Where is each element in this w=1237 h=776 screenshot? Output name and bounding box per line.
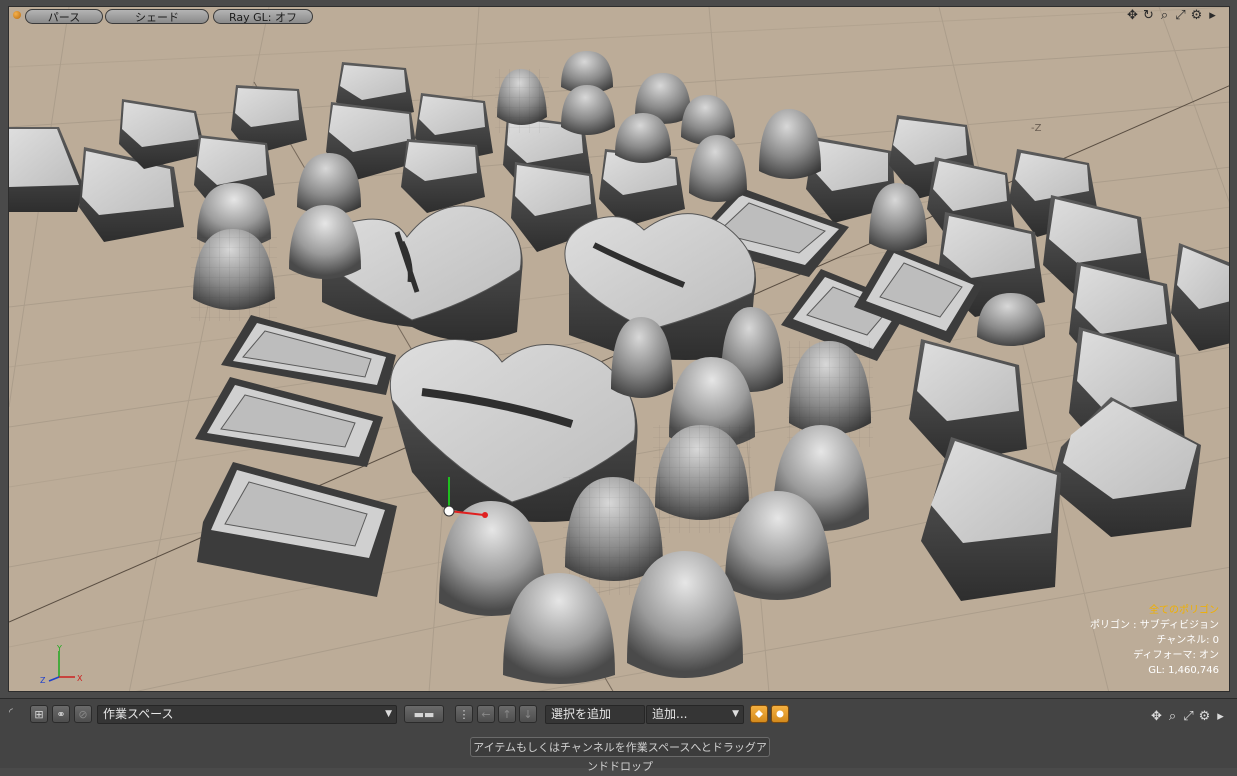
circle-toggle-icon[interactable] [771,705,789,723]
circle-icon [776,710,784,718]
viewport-header: パース シェード Ray GL: オフ ✥ ↻ ⌕ ⤢ ⚙ ▸ [9,7,1229,27]
view-type-button[interactable]: パース [25,9,103,24]
box-object [921,437,1061,601]
layout-grid-icon[interactable]: ▬▬ [404,705,444,723]
viewport-controls: ✥ ↻ ⌕ ⤢ ⚙ ▸ [1126,8,1219,26]
dome-object [689,135,747,202]
dome-object [495,69,549,133]
shading-button[interactable]: シェード [105,9,209,24]
maximize-icon[interactable]: ⤢ [1182,709,1195,725]
add-link-icon[interactable]: ⚭ [52,705,70,723]
dome-object [191,229,277,321]
arrow-left-icon[interactable]: ← [477,705,495,723]
diamond-toggle-icon[interactable] [750,705,768,723]
arrow-down-icon[interactable]: ↓ [519,705,537,723]
zoom-view-icon[interactable]: ⌕ [1166,709,1179,725]
workspace-select-value: 作業スペース [103,707,174,721]
arrow-up-icon[interactable]: ↑ [498,705,516,723]
menu-arrow-icon[interactable]: ▸ [1206,8,1219,24]
chevron-down-icon: ▼ [385,709,392,719]
hud-title: 全てのポリゴン [1149,605,1219,616]
neg-z-label: -Z [1031,123,1042,134]
box-object [401,139,485,213]
settings-gear-icon[interactable]: ⚙ [1198,709,1211,725]
add-selection-button[interactable]: 選択を追加 [545,705,645,724]
dome-object [561,85,615,135]
schematic-toolbar: ⊞ ⚭ ⊘ 作業スペース ▼ ▬▬ ⋮ ← ↑ ↓ 選択を追加 追加... ▼ … [0,703,1237,727]
viewport-menu-dot[interactable] [13,11,21,19]
raygl-button[interactable]: Ray GL: オフ [213,9,313,24]
tray-object [197,462,397,597]
schematic-view-controls: ✥ ⌕ ⤢ ⚙ ▸ [1150,709,1227,725]
move-view-icon[interactable]: ✥ [1126,8,1139,24]
hud-deformer: ディフォーマ: オン [1133,650,1219,661]
rotate-view-icon[interactable]: ↻ [1142,8,1155,24]
settings-gear-icon[interactable]: ⚙ [1190,8,1203,24]
diamond-icon [755,710,763,718]
dome-object [289,205,361,279]
axis-y-label: Y [56,644,62,653]
dome-object [653,425,751,533]
viewport-info-hud: 全てのポリゴン ポリゴン : サブディビジョン チャンネル: 0 ディフォーマ:… [1090,603,1219,678]
chevron-down-icon: ▼ [732,709,739,719]
workspace-drop-hint[interactable]: アイテムもしくはチャンネルを作業スペースへとドラッグアンドドロップ [470,737,770,773]
move-view-icon[interactable]: ✥ [1150,709,1163,725]
add-menu-value: 追加... [652,707,688,721]
hud-polygons: ポリゴン : サブディビジョン [1089,620,1219,631]
remove-link-icon[interactable]: ⊘ [74,705,92,723]
hud-channels: チャンネル: 0 [1156,635,1219,646]
workspace-select[interactable]: 作業スペース ▼ [97,705,397,724]
dome-object [759,109,821,179]
add-menu-select[interactable]: 追加... ▼ [646,705,744,724]
zoom-view-icon[interactable]: ⌕ [1158,8,1171,24]
box-object [1171,243,1229,351]
schematic-panel: ◜ ⊞ ⚭ ⊘ 作業スペース ▼ ▬▬ ⋮ ← ↑ ↓ 選択を追加 追加... … [0,698,1237,773]
tree-layout-icon[interactable]: ⋮ [455,705,473,723]
axis-x-label: X [77,674,83,683]
box-object [9,127,84,212]
maximize-icon[interactable]: ⤢ [1174,8,1187,24]
menu-arrow-icon[interactable]: ▸ [1214,709,1227,725]
3d-viewport[interactable]: -Z パース シェード Ray GL: オフ ✥ ↻ ⌕ ⤢ ⚙ ▸ Y Z X… [8,6,1230,692]
axis-z-label: Z [40,676,46,685]
hud-gl-count: GL: 1,460,746 [1148,665,1219,676]
add-node-icon[interactable]: ⊞ [30,705,48,723]
axis-indicator: Y Z X [40,644,83,685]
scene-canvas[interactable]: -Z [9,7,1230,692]
